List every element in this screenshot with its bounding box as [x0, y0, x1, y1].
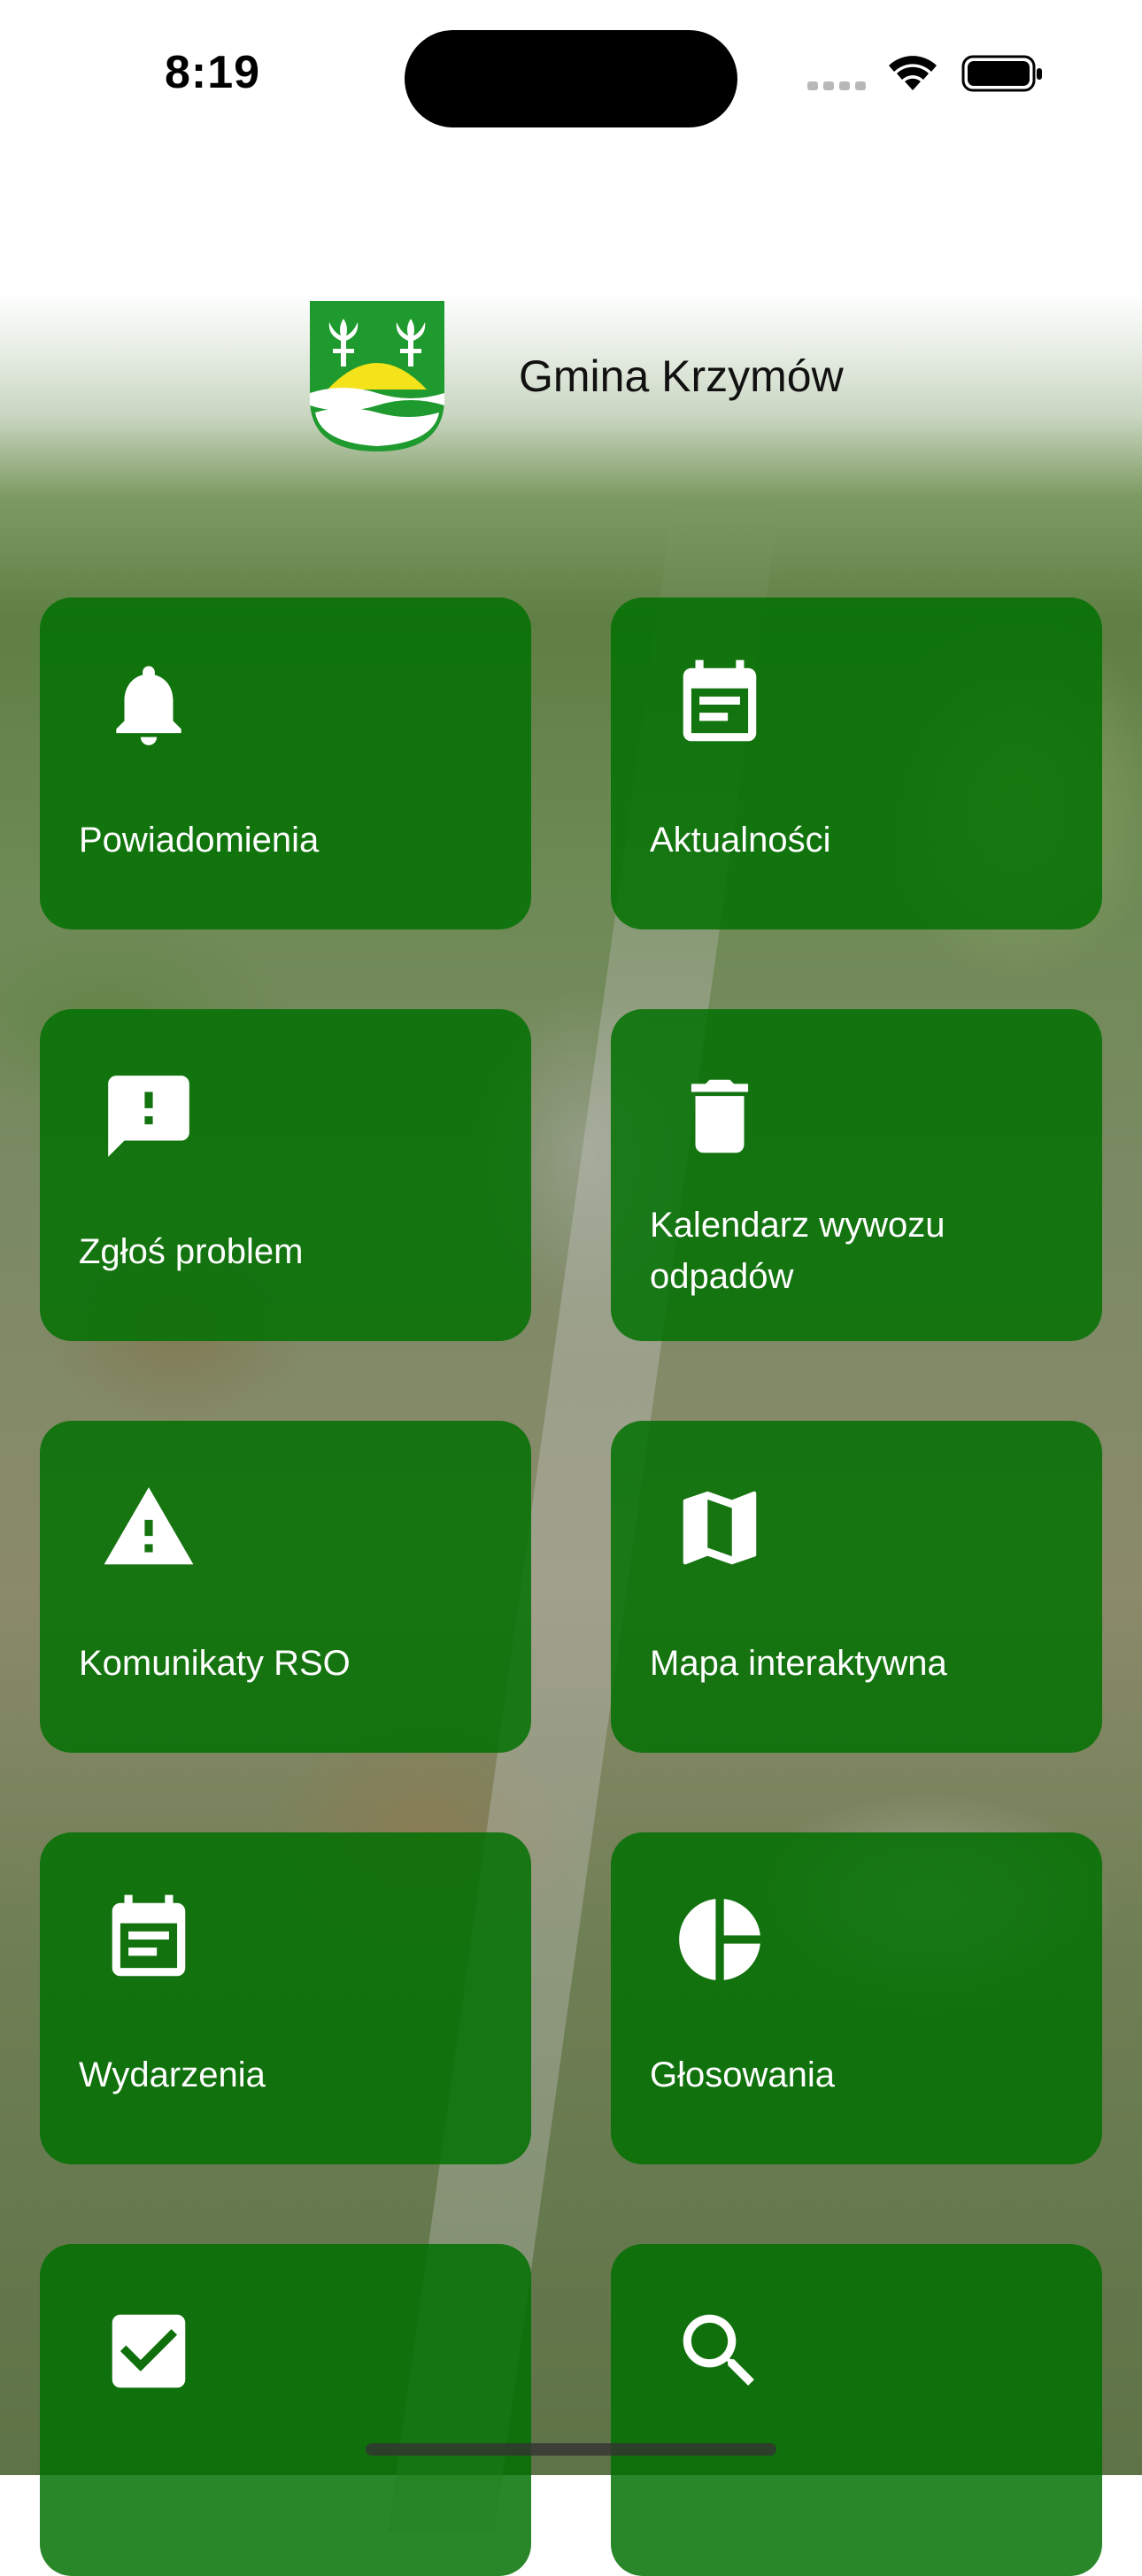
- tile-label: Powiadomienia: [79, 821, 320, 860]
- tile-report-problem[interactable]: Zgłoś problem: [40, 1009, 531, 1341]
- tile-label: Kalendarz wywozu odpadów: [650, 1206, 945, 1296]
- tile-checklist[interactable]: [40, 2244, 531, 2576]
- tile-label: Głosowania: [650, 2055, 836, 2094]
- town-title: Gmina Krzymów: [519, 351, 844, 401]
- status-time: 8:19: [165, 47, 261, 98]
- warning-icon: [104, 1487, 194, 1565]
- bell-icon: [116, 666, 181, 745]
- map-icon: [683, 1491, 757, 1565]
- tile-events[interactable]: Wydarzenia: [40, 1832, 531, 2164]
- dynamic-island: [405, 30, 737, 127]
- tile-waste-calendar[interactable]: Kalendarz wywozu odpadów: [611, 1009, 1102, 1341]
- app-header: Gmina Krzymów: [310, 301, 930, 451]
- report-problem-icon: [108, 1076, 189, 1157]
- tile-label: Aktualności: [650, 821, 831, 860]
- checkbox-icon: [112, 2314, 186, 2388]
- status-icons: [807, 55, 1042, 92]
- tile-search[interactable]: [611, 2244, 1102, 2576]
- battery-icon: [961, 55, 1042, 92]
- trash-icon: [691, 1079, 749, 1153]
- home-indicator[interactable]: [366, 2443, 776, 2456]
- coat-of-arms-icon: [310, 301, 444, 451]
- tile-interactive-map[interactable]: Mapa interaktywna: [611, 1421, 1102, 1753]
- tile-label: Zgłoś problem: [79, 1232, 304, 1271]
- search-icon: [683, 2314, 754, 2386]
- tile-label: Mapa interaktywna: [650, 1644, 947, 1683]
- wifi-icon: [889, 56, 937, 90]
- tile-label: Wydarzenia: [79, 2055, 266, 2094]
- news-icon: [683, 659, 757, 742]
- cellular-signal-icon: [807, 81, 866, 90]
- tile-news[interactable]: Aktualności: [611, 598, 1102, 929]
- calendar-icon: [112, 1894, 186, 1977]
- tile-rso-alerts[interactable]: Komunikaty RSO: [40, 1421, 531, 1753]
- tile-notifications[interactable]: Powiadomienia: [40, 598, 531, 929]
- tile-label: Komunikaty RSO: [79, 1644, 351, 1683]
- pie-chart-icon: [679, 1899, 760, 1980]
- tile-voting[interactable]: Głosowania: [611, 1832, 1102, 2164]
